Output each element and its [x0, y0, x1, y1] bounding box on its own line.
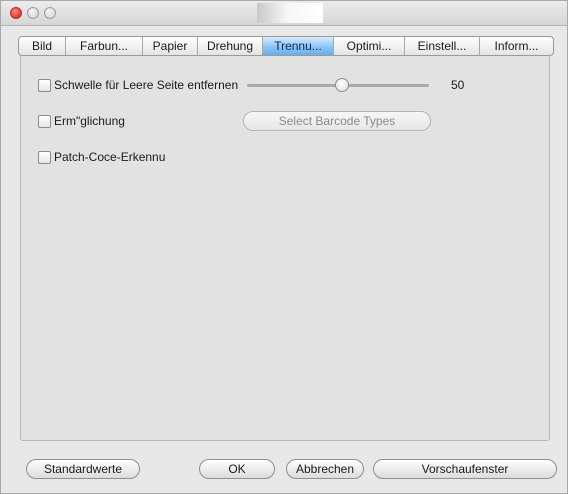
vorschaufenster-button[interactable]: Vorschaufenster — [373, 459, 557, 479]
title-bar — [1, 1, 567, 26]
tab-einstellungen[interactable]: Einstell... — [405, 37, 480, 55]
title-area — [257, 3, 323, 23]
standardwerte-button[interactable]: Standardwerte — [26, 459, 140, 479]
abbrechen-button[interactable]: Abbrechen — [286, 459, 364, 479]
patch-code-label: Patch-Coce-Erkennu — [54, 150, 166, 164]
blank-page-value: 50 — [451, 78, 465, 92]
tab-content-panel — [20, 46, 550, 441]
tab-bar: Bild Farbun... Papier Drehung Trennu... … — [18, 36, 554, 56]
tab-farbung[interactable]: Farbun... — [66, 37, 143, 55]
blank-page-checkbox[interactable] — [38, 79, 51, 92]
tab-trennung[interactable]: Trennu... — [263, 37, 334, 55]
ok-button[interactable]: OK — [199, 459, 275, 479]
settings-window: Bild Farbun... Papier Drehung Trennu... … — [0, 0, 568, 494]
blank-page-label: Schwelle für Leere Seite entfernen — [54, 78, 239, 92]
tab-information[interactable]: Inform... — [480, 37, 553, 55]
tab-papier[interactable]: Papier — [143, 37, 198, 55]
close-icon[interactable] — [10, 7, 22, 19]
patch-code-checkbox[interactable] — [38, 151, 51, 164]
blank-page-slider-knob[interactable] — [334, 78, 349, 92]
zoom-icon[interactable] — [44, 7, 56, 19]
barcode-checkbox[interactable] — [38, 115, 51, 128]
tab-bild[interactable]: Bild — [19, 37, 66, 55]
barcode-label: Erm"glichung — [54, 114, 125, 128]
minimize-icon[interactable] — [27, 7, 39, 19]
tab-optimierung[interactable]: Optimi... — [334, 37, 405, 55]
tab-drehung[interactable]: Drehung — [198, 37, 263, 55]
select-barcode-types-button[interactable]: Select Barcode Types — [243, 111, 431, 131]
